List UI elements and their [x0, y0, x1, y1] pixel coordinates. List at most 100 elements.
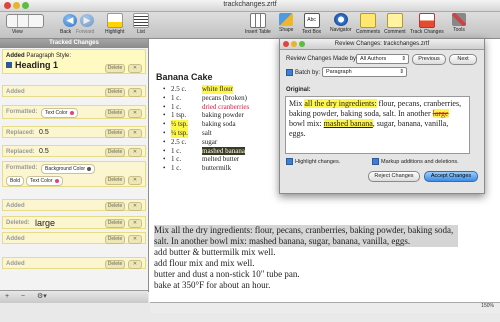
method-text: Mix all the dry ingredients: flour, peca… [154, 225, 458, 291]
view-segmented-control[interactable] [6, 14, 44, 28]
batch-checkbox[interactable]: Batch by: [286, 69, 320, 76]
checkbox-checked-icon [286, 69, 293, 76]
change-type-label: Added [6, 236, 25, 242]
table-icon [249, 13, 266, 28]
change-card-added[interactable]: Added Delete ✕ [2, 257, 146, 269]
reject-change-button[interactable]: ✕ [128, 129, 142, 138]
dialog-minimize-button[interactable] [291, 41, 297, 47]
sidebar-header: Tracked Changes [0, 39, 148, 48]
reject-change-button[interactable]: ✕ [128, 148, 142, 157]
change-card-replaced[interactable]: Replaced: 0.5 Delete ✕ [2, 145, 146, 157]
delete-change-button[interactable]: Delete [105, 176, 125, 185]
remove-button[interactable]: − [18, 293, 28, 302]
title-bar: trackchanges.zrtf [0, 0, 500, 12]
change-card-paragraph-style[interactable]: Added Paragraph Style: Heading 1 Delete … [2, 49, 146, 74]
markup-checkbox[interactable]: Markup additions and deletions. [372, 158, 459, 165]
batch-select[interactable]: Paragraph ⇕ [322, 67, 407, 77]
delete-change-button[interactable]: Delete [105, 235, 125, 244]
change-type-label: Formatted: [6, 165, 38, 171]
reject-changes-button[interactable]: Reject Changes [368, 171, 420, 182]
shape-button[interactable]: Shape [279, 13, 293, 33]
insert-table-button[interactable]: Insert Table [245, 13, 271, 35]
list-item: • ¼ tsp. salt [163, 128, 212, 138]
compass-icon [333, 13, 348, 26]
list-item: • 1 c. buttermilk [163, 164, 232, 173]
text-box-button[interactable]: Abc Text Box [302, 13, 321, 35]
list-icon [133, 13, 149, 28]
format-pill: Text Color [26, 176, 63, 186]
change-card-deleted[interactable]: Deleted: large Delete ✕ [2, 216, 146, 229]
text-box-label: Text Box [302, 29, 322, 35]
dialog-close-button[interactable] [283, 41, 289, 47]
change-type-label: Replaced: [6, 130, 35, 136]
delete-change-button[interactable]: Delete [105, 202, 125, 211]
change-type-label: Replaced: [6, 149, 35, 155]
made-by-label: Review Changes Made by: [286, 56, 358, 62]
tools-label: Tools [453, 27, 465, 33]
reject-change-button[interactable]: ✕ [128, 88, 142, 97]
delete-change-button[interactable]: Delete [105, 88, 125, 97]
highlight-button[interactable]: Highlight [105, 13, 124, 35]
method-line: bake at 350°F for about an hour. [154, 280, 271, 290]
track-changes-button[interactable]: Track Changes [410, 13, 444, 35]
reject-change-button[interactable]: ✕ [128, 109, 142, 118]
view-label: View [12, 29, 23, 35]
original-text-box: Mix all the dry ingredients: flour, peca… [285, 96, 470, 154]
list-item: • 1 tsp. baking powder [163, 111, 244, 120]
change-card-added[interactable]: Added Delete ✕ [2, 85, 146, 97]
deleted-value: large [35, 218, 56, 228]
action-menu-button[interactable]: ⚙▾ [34, 292, 50, 301]
track-changes-icon [418, 13, 435, 28]
comment-icon [386, 13, 403, 28]
navigator-button[interactable]: Navigator [330, 13, 351, 33]
window-title: trackchanges.zrtf [223, 1, 277, 8]
dialog-zoom-button[interactable] [299, 41, 305, 47]
reject-change-button[interactable]: ✕ [128, 176, 142, 185]
authors-select[interactable]: All Authors ⇕ [356, 54, 409, 64]
accept-changes-button[interactable]: Accept Changes [424, 171, 478, 182]
delete-change-button[interactable]: Delete [105, 148, 125, 157]
reject-change-button[interactable]: ✕ [128, 260, 142, 269]
reject-change-button[interactable]: ✕ [128, 235, 142, 244]
sidebar-bottom-bar: + − ⚙▾ [0, 290, 148, 303]
add-button[interactable]: + [2, 293, 12, 302]
text-box-icon: Abc [303, 13, 320, 28]
dialog-title: Review Changes: trackchanges.zrtf [334, 41, 430, 47]
change-card-added[interactable]: Added Delete ✕ [2, 199, 146, 211]
forward-arrow-icon[interactable]: ▶ [80, 14, 94, 27]
change-type-label: Formatted: [6, 109, 38, 115]
list-item: • 1 c. melted butter [163, 155, 240, 164]
app-window: trackchanges.zrtf View ◀ Back ▶ Forward … [0, 0, 500, 322]
delete-change-button[interactable]: Delete [105, 109, 125, 118]
change-card-formatted[interactable]: Formatted: Text Color Delete ✕ [2, 105, 146, 119]
next-button[interactable]: Next [449, 54, 477, 65]
zoom-level[interactable]: 150% [481, 303, 500, 309]
change-card-formatted-multi[interactable]: Formatted: Background Color Bold Text Co… [2, 161, 146, 187]
change-card-replaced[interactable]: Replaced: 0.5 Delete ✕ [2, 126, 146, 138]
previous-button[interactable]: Previous [412, 54, 446, 65]
delete-change-button[interactable]: Delete [105, 129, 125, 138]
tools-button[interactable]: Tools [452, 13, 466, 33]
dialog-title-bar: Review Changes: trackchanges.zrtf [280, 39, 484, 50]
delete-change-button[interactable]: Delete [105, 260, 125, 269]
back-arrow-icon[interactable]: ◀ [63, 14, 77, 27]
reject-change-button[interactable]: ✕ [128, 202, 142, 211]
review-changes-dialog: Review Changes: trackchanges.zrtf Review… [279, 38, 485, 194]
reject-change-button[interactable]: ✕ [128, 64, 142, 73]
back-label: Back [60, 29, 72, 35]
forward-label: Forward [76, 29, 95, 35]
change-card-added[interactable]: Added Delete ✕ [2, 232, 146, 244]
method-line: add butter & buttermilk mix well. [154, 247, 276, 257]
change-type-label: Added [6, 261, 25, 267]
change-type-label: Added [6, 203, 25, 209]
list-button[interactable]: List [133, 13, 149, 35]
comments-button[interactable]: Comments [356, 13, 380, 35]
reject-change-button[interactable]: ✕ [128, 219, 142, 228]
delete-change-button[interactable]: Delete [105, 219, 125, 228]
highlight-changes-checkbox[interactable]: Highlight changes. [286, 158, 340, 165]
list-item: • 1 c. pecans (broken) [163, 93, 247, 102]
comment-button[interactable]: Comment [384, 13, 406, 35]
delete-change-button[interactable]: Delete [105, 64, 125, 73]
tracked-changes-sidebar: Tracked Changes Added Paragraph Style: H… [0, 39, 149, 292]
comments-icon [360, 13, 377, 28]
